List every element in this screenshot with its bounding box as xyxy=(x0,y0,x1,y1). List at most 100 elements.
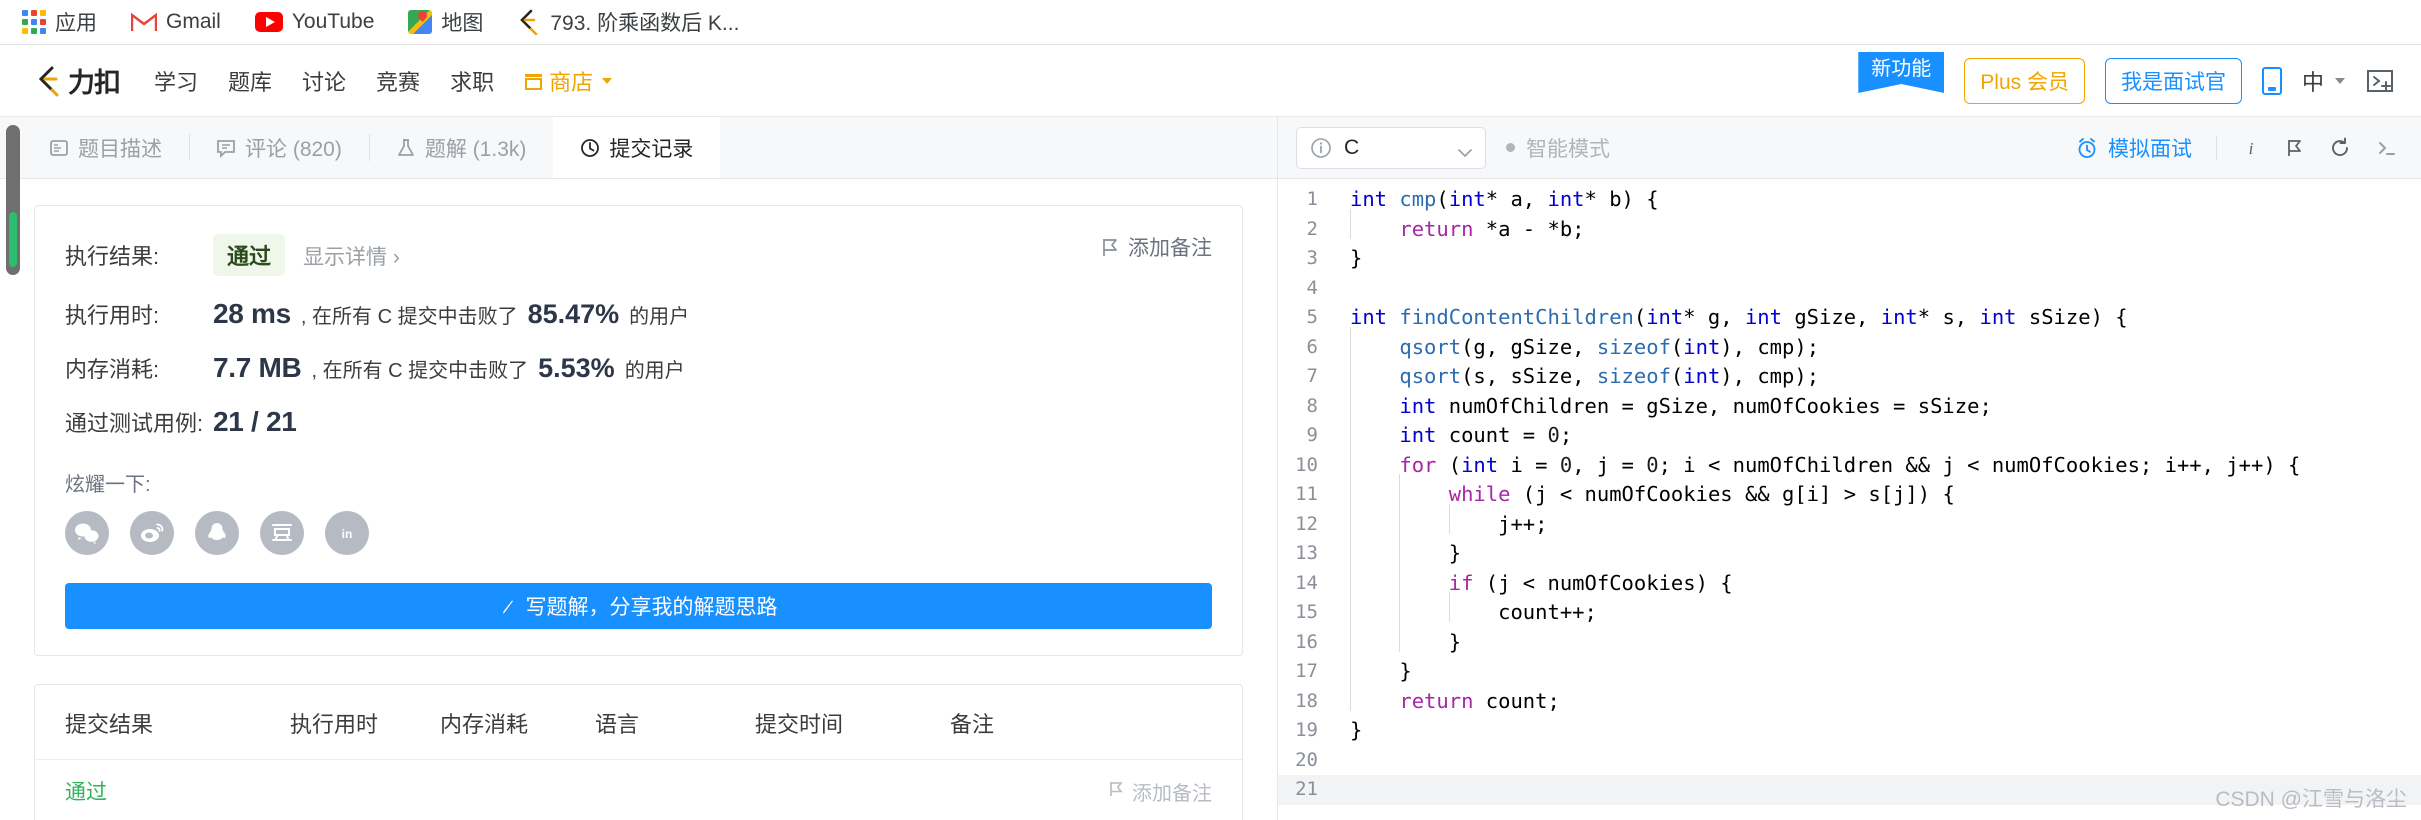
row-add-note[interactable]: 添加备注 xyxy=(1109,777,1212,806)
smart-mode-toggle[interactable]: 智能模式 xyxy=(1506,133,1610,163)
code-line[interactable]: 10 for (int i = 0, j = 0; i < numOfChild… xyxy=(1278,444,2421,481)
bookmark-maps[interactable]: 地图 xyxy=(408,7,483,37)
table-row[interactable]: 通过 添加备注 xyxy=(35,760,1242,820)
douban-icon[interactable] xyxy=(260,511,304,555)
code-line[interactable]: 5 int findContentChildren(int* g, int gSi… xyxy=(1278,303,2421,333)
toolbar-divider xyxy=(2216,135,2217,160)
info-icon xyxy=(1310,137,1332,159)
code-line[interactable]: 1 int cmp(int* a, int* b) { xyxy=(1278,185,2421,215)
tab-description[interactable]: 题目描述 xyxy=(22,117,189,178)
tab-comments[interactable]: 评论 (820) xyxy=(189,117,369,178)
smart-mode-label: 智能模式 xyxy=(1526,137,1610,161)
code-area[interactable]: 1 int cmp(int* a, int* b) {2 return *a - … xyxy=(1278,179,2421,820)
bookmark-label: Gmail xyxy=(166,10,221,33)
apps-grid-icon xyxy=(22,10,46,34)
nav-link-discuss[interactable]: 讨论 xyxy=(302,65,346,97)
code-editor-pane: C 智能模式 模拟面试 i 1 int cmp(int* a, int* b) … xyxy=(1278,117,2421,820)
nav-link-problems[interactable]: 题库 xyxy=(228,65,272,97)
add-note-button[interactable]: 添加备注 xyxy=(1102,232,1212,262)
code-line[interactable]: 6 qsort(g, gSize, sizeof(int), cmp); xyxy=(1278,326,2421,363)
bookmark-apps[interactable]: 应用 xyxy=(22,7,97,37)
mock-interview-button[interactable]: 模拟面试 xyxy=(2076,133,2192,163)
page-scrollbar[interactable] xyxy=(6,125,20,275)
linkedin-icon[interactable]: in xyxy=(325,511,369,555)
memory-percentile: 5.53% xyxy=(538,353,615,383)
tab-label: 提交记录 xyxy=(609,137,694,161)
nav-right-group: 新功能 Plus 会员 我是面试官 中 xyxy=(1858,52,2395,104)
submissions-scroll-body: 添加备注 执行结果: 通过 显示详情 › 执行用时: 28 ms , 在所有 C… xyxy=(0,179,1277,820)
bookmark-youtube[interactable]: YouTube xyxy=(254,10,374,34)
logo-text: 力扣 xyxy=(68,68,121,98)
interviewer-button[interactable]: 我是面试官 xyxy=(2104,57,2242,104)
code-line[interactable]: 3} xyxy=(1278,244,2421,274)
code-line[interactable]: 12 j++; xyxy=(1278,503,2421,540)
line-number: 6 xyxy=(1306,335,1318,358)
chevron-down-icon xyxy=(602,77,613,84)
runtime-mid-text: , 在所有 C 提交中击败了 xyxy=(300,306,518,328)
language-select[interactable]: C xyxy=(1296,126,1486,169)
code-line[interactable]: 17 } xyxy=(1278,651,2421,687)
bookmark-label: 应用 xyxy=(55,12,97,35)
code-line[interactable]: 9 int count = 0; xyxy=(1278,415,2421,451)
leetcode-logo[interactable]: 力扣 xyxy=(34,61,121,100)
nav-link-study[interactable]: 学习 xyxy=(154,65,198,97)
code-line[interactable]: 19} xyxy=(1278,716,2421,746)
nav-link-jobs[interactable]: 求职 xyxy=(450,65,494,97)
memory-value: 7.7 MB xyxy=(213,352,302,383)
code-line-text: count++; xyxy=(1336,592,1597,628)
code-line-text: int numOfChildren = gSize, numOfCookies … xyxy=(1336,385,1992,422)
code-line[interactable]: 16 } xyxy=(1278,621,2421,658)
google-maps-icon xyxy=(408,10,433,34)
submissions-table-header: 提交结果 执行用时 内存消耗 语言 提交时间 备注 xyxy=(35,685,1242,760)
flag-icon[interactable] xyxy=(2285,137,2305,159)
testcases-value: 21 / 21 xyxy=(213,406,297,437)
code-line[interactable]: 20 xyxy=(1278,746,2421,776)
left-pane: 题目描述 评论 (820) 题解 (1.3k) 提交记录 添加备注 执行结果: … xyxy=(0,117,1278,820)
console-icon[interactable] xyxy=(2365,68,2395,94)
code-line[interactable]: 4 xyxy=(1278,274,2421,304)
code-line-text: int count = 0; xyxy=(1336,415,1572,451)
scrollbar-thumb[interactable] xyxy=(9,212,17,267)
code-line[interactable]: 7 qsort(s, sSize, sizeof(int), cmp); xyxy=(1278,356,2421,392)
nav-link-contest[interactable]: 竞赛 xyxy=(376,65,420,97)
weibo-icon[interactable] xyxy=(130,511,174,555)
mobile-app-icon[interactable] xyxy=(2261,66,2282,95)
code-line[interactable]: 2 return *a - *b; xyxy=(1278,208,2421,245)
tab-label: 题解 (1.3k) xyxy=(424,137,527,161)
nav-links: 学习 题库 讨论 竞赛 求职 商店 xyxy=(154,65,613,97)
code-line[interactable]: 8 int numOfChildren = gSize, numOfCookie… xyxy=(1278,385,2421,422)
new-feature-ribbon[interactable]: 新功能 xyxy=(1858,52,1945,93)
show-details-link[interactable]: 显示详情 › xyxy=(303,241,400,271)
tab-label: 评论 (820) xyxy=(245,137,342,161)
line-number: 4 xyxy=(1306,276,1318,299)
console-toggle-icon[interactable] xyxy=(2375,138,2397,158)
bookmark-leetcode-problem[interactable]: 793. 阶乘函数后 K... xyxy=(517,7,739,37)
testcases-row: 通过测试用例: 21 / 21 xyxy=(65,406,1212,438)
watermark: CSDN @江雪与洛尘 xyxy=(2215,787,2407,811)
tab-submissions[interactable]: 提交记录 xyxy=(553,117,721,178)
wechat-icon[interactable] xyxy=(65,511,109,555)
line-number: 14 xyxy=(1295,571,1318,594)
code-line[interactable]: 15 count++; xyxy=(1278,592,2421,628)
code-line[interactable]: 13 } xyxy=(1278,533,2421,569)
mock-interview-label: 模拟面试 xyxy=(2108,137,2192,161)
pencil-icon xyxy=(500,598,517,615)
line-number: 2 xyxy=(1306,217,1318,240)
column-header-memory: 内存消耗 xyxy=(440,712,529,737)
runtime-suffix: 的用户 xyxy=(629,306,690,328)
plus-membership-button[interactable]: Plus 会员 xyxy=(1964,57,2085,104)
write-solution-button[interactable]: 写题解，分享我的解题思路 xyxy=(65,583,1212,629)
tab-solutions[interactable]: 题解 (1.3k) xyxy=(368,117,554,178)
bookmark-gmail[interactable]: Gmail xyxy=(130,10,221,34)
leetcode-icon xyxy=(517,9,541,36)
column-header-result: 提交结果 xyxy=(65,712,154,737)
reset-icon[interactable] xyxy=(2329,137,2351,159)
info-icon[interactable]: i xyxy=(2241,137,2261,159)
status-badge: 通过 xyxy=(213,234,286,276)
qq-icon[interactable] xyxy=(195,511,239,555)
browser-bookmarks-bar: 应用 Gmail YouTube 地图 793. 阶乘函数后 K... xyxy=(0,0,2421,45)
language-switcher[interactable]: 中 xyxy=(2302,65,2345,97)
code-line[interactable]: 18 return count; xyxy=(1278,680,2421,717)
nav-link-shop[interactable]: 商店 xyxy=(524,65,613,97)
runtime-percentile: 85.47% xyxy=(527,299,620,329)
